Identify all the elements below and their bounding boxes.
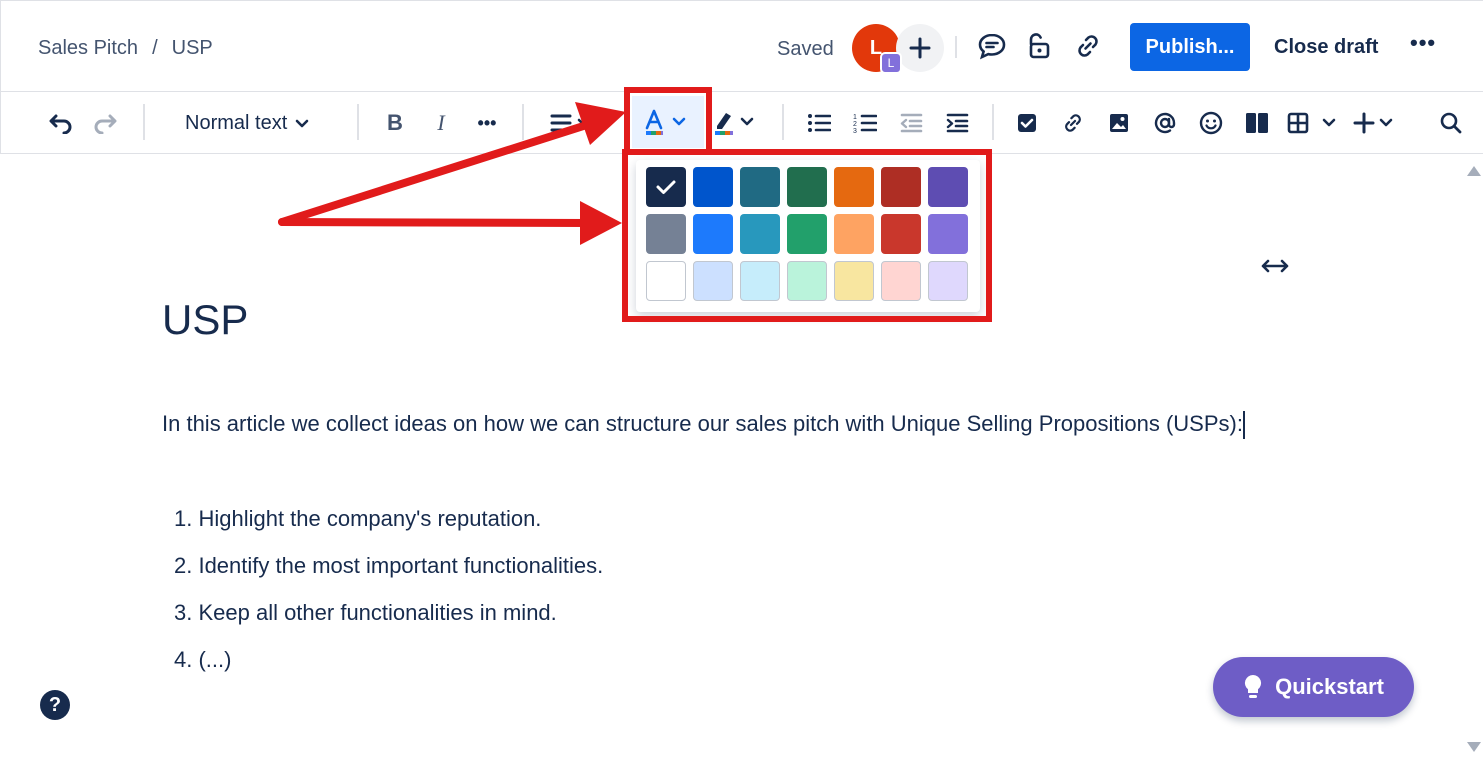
columns-icon	[1246, 113, 1268, 133]
ordered-list: 1. Highlight the company's reputation. 2…	[174, 503, 603, 691]
divider	[992, 104, 994, 140]
indent-button[interactable]	[942, 106, 972, 140]
text-cursor	[1242, 411, 1245, 440]
insert-more-button[interactable]	[1350, 106, 1400, 140]
restrictions-button[interactable]	[1020, 28, 1056, 64]
list-item[interactable]: 2. Identify the most important functiona…	[174, 550, 603, 597]
alignment-button[interactable]	[546, 106, 596, 140]
breadcrumb: Sales Pitch / USP	[38, 37, 213, 60]
comment-button[interactable]	[974, 28, 1010, 64]
undo-icon	[49, 114, 72, 134]
expand-width-icon	[1261, 259, 1289, 273]
divider	[522, 104, 524, 140]
action-item-button[interactable]	[1012, 106, 1042, 140]
plus-icon	[909, 37, 931, 59]
publish-button[interactable]: Publish...	[1130, 23, 1250, 71]
quickstart-label: Quickstart	[1275, 674, 1384, 699]
bold-button[interactable]: B	[380, 106, 410, 140]
table-button[interactable]	[1284, 106, 1338, 140]
divider	[357, 104, 359, 140]
redo-icon	[94, 114, 117, 134]
breadcrumb-item-page[interactable]: USP	[172, 37, 213, 60]
numbered-list-icon: 123	[853, 114, 877, 134]
copy-link-button[interactable]	[1070, 28, 1106, 64]
highlighter-icon	[715, 113, 754, 135]
redo-button[interactable]	[90, 106, 122, 140]
divider	[955, 36, 957, 58]
search-button[interactable]	[1436, 106, 1466, 140]
add-person-button[interactable]	[896, 24, 944, 72]
breadcrumb-item-space[interactable]: Sales Pitch	[38, 37, 138, 60]
quickstart-button[interactable]: Quickstart	[1213, 657, 1414, 717]
indent-icon	[946, 113, 969, 133]
paragraph-text: In this article we collect ideas on how …	[162, 411, 1243, 436]
mention-button[interactable]	[1150, 106, 1180, 140]
svg-text:2: 2	[853, 121, 857, 128]
align-left-icon	[550, 114, 591, 132]
top-bar: Sales Pitch / USP Saved	[0, 0, 1483, 92]
svg-text:1: 1	[853, 114, 857, 121]
outdent-icon	[900, 113, 923, 133]
chevron-down-icon	[295, 119, 309, 127]
more-actions-button[interactable]: •••	[1410, 30, 1436, 56]
image-icon	[1110, 114, 1128, 132]
avatar-badge: L	[880, 52, 902, 74]
insert-image-button[interactable]	[1104, 106, 1134, 140]
italic-button[interactable]: I	[426, 106, 456, 140]
help-button[interactable]: ?	[40, 690, 70, 720]
annotation-box-color-button	[624, 87, 712, 155]
at-sign-icon	[1154, 112, 1176, 134]
text-style-dropdown[interactable]: Normal text	[185, 112, 309, 135]
search-icon	[1440, 112, 1462, 134]
more-formatting-button[interactable]: •••	[472, 106, 502, 140]
list-item[interactable]: 1. Highlight the company's reputation.	[174, 503, 603, 550]
lightbulb-icon	[1245, 674, 1262, 698]
highlight-button[interactable]	[710, 106, 760, 140]
unlock-icon	[1029, 33, 1050, 59]
list-item[interactable]: 4. (...)	[174, 644, 603, 691]
document-paragraph[interactable]: In this article we collect ideas on how …	[162, 404, 1262, 444]
list-item[interactable]: 3. Keep all other functionalities in min…	[174, 597, 603, 644]
checkbox-icon	[1018, 114, 1036, 132]
emoji-button[interactable]	[1196, 106, 1226, 140]
divider	[782, 104, 784, 140]
bullet-list-button[interactable]	[804, 106, 834, 140]
annotation-arrow	[278, 201, 622, 245]
scroll-up-arrow[interactable]	[1467, 166, 1481, 176]
link-icon	[1065, 114, 1081, 132]
divider	[143, 104, 145, 140]
page-title[interactable]: USP	[162, 296, 248, 344]
link-icon	[1078, 35, 1098, 57]
insert-link-button[interactable]	[1058, 106, 1088, 140]
plus-icon	[1353, 112, 1393, 134]
svg-text:3: 3	[853, 128, 857, 134]
table-icon	[1287, 112, 1336, 134]
close-draft-button[interactable]: Close draft	[1274, 36, 1378, 59]
undo-button[interactable]	[44, 106, 76, 140]
outdent-button[interactable]	[896, 106, 926, 140]
comment-icon	[978, 33, 1006, 60]
scroll-down-arrow[interactable]	[1467, 742, 1481, 752]
breadcrumb-separator: /	[152, 37, 158, 59]
bullet-list-icon	[808, 114, 831, 132]
text-style-label: Normal text	[185, 112, 288, 134]
annotation-box-palette	[622, 149, 992, 322]
emoji-icon	[1199, 111, 1223, 135]
saved-status: Saved	[777, 38, 834, 60]
layouts-button[interactable]	[1242, 106, 1272, 140]
numbered-list-button[interactable]: 123	[850, 106, 880, 140]
full-width-toggle[interactable]	[1260, 256, 1290, 281]
